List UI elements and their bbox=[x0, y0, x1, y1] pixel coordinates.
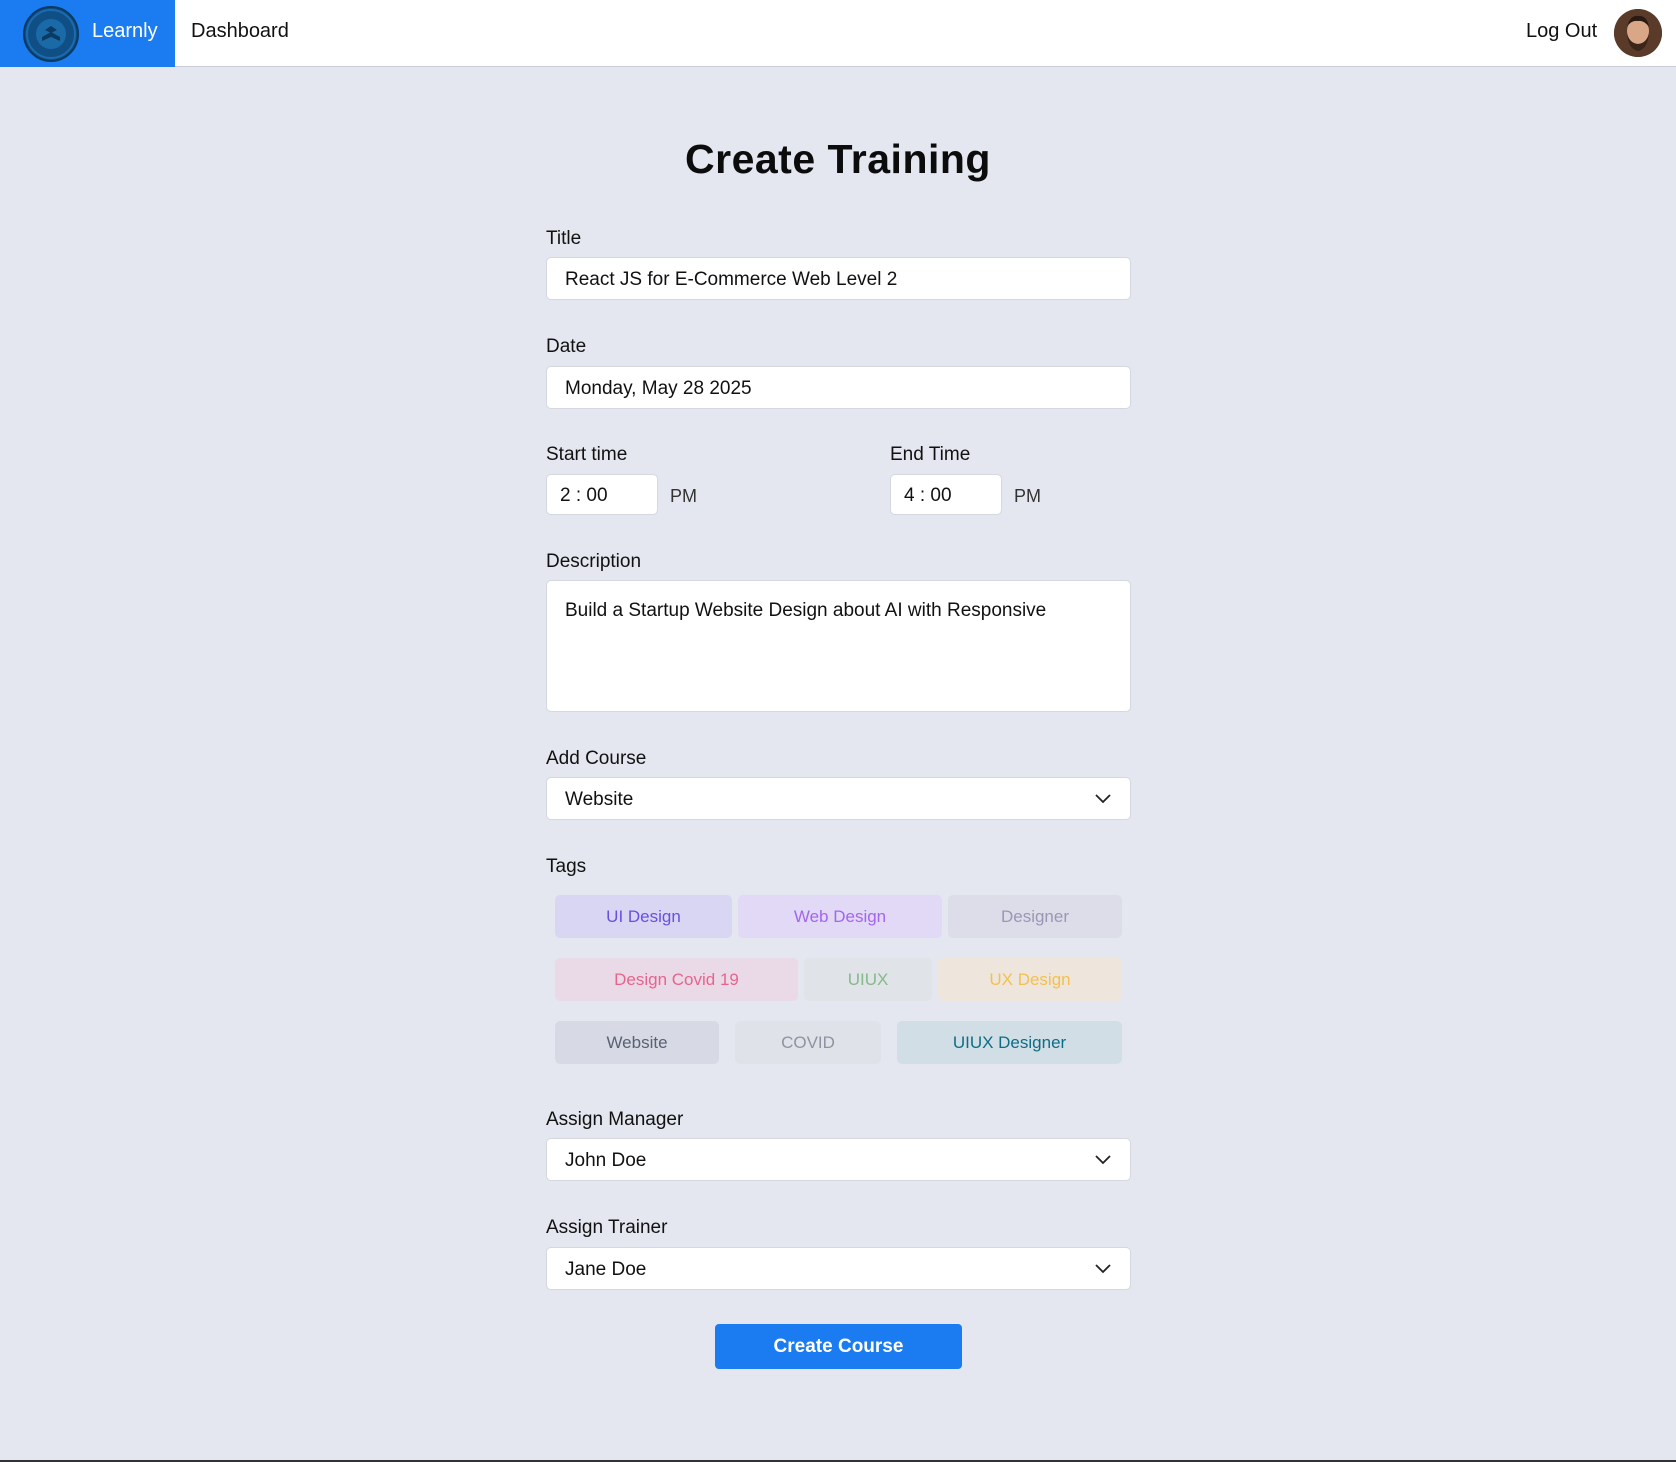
chevron-down-icon bbox=[1095, 1264, 1111, 1274]
tag-uiux[interactable]: UIUX bbox=[804, 958, 932, 1001]
start-time-ampm[interactable]: PM bbox=[670, 486, 697, 507]
description-label: Description bbox=[546, 551, 642, 572]
nav-dashboard-link[interactable]: Dashboard bbox=[191, 20, 289, 43]
tag-designer[interactable]: Designer bbox=[948, 895, 1122, 938]
avatar[interactable] bbox=[1614, 9, 1662, 57]
manager-select[interactable]: John Doe bbox=[546, 1138, 1131, 1181]
date-input[interactable]: Monday, May 28 2025 bbox=[546, 366, 1131, 409]
trainer-select[interactable]: Jane Doe bbox=[546, 1247, 1131, 1290]
top-navbar: Learnly Dashboard Log Out bbox=[0, 0, 1676, 67]
chevron-down-icon bbox=[1095, 794, 1111, 804]
tag-ui-design[interactable]: UI Design bbox=[555, 895, 732, 938]
brand-name: Learnly bbox=[92, 20, 158, 42]
add-course-label: Add Course bbox=[546, 748, 647, 769]
assign-trainer-label: Assign Trainer bbox=[546, 1217, 668, 1238]
trainer-select-value: Jane Doe bbox=[565, 1259, 647, 1280]
course-select-value: Website bbox=[565, 789, 634, 810]
tag-design-covid-19[interactable]: Design Covid 19 bbox=[555, 958, 798, 1001]
create-course-button[interactable]: Create Course bbox=[715, 1324, 962, 1369]
tag-website[interactable]: Website bbox=[555, 1021, 719, 1064]
tag-web-design[interactable]: Web Design bbox=[738, 895, 942, 938]
end-time-ampm[interactable]: PM bbox=[1014, 486, 1041, 507]
start-time-label: Start time bbox=[546, 444, 628, 465]
tag-uiux-designer[interactable]: UIUX Designer bbox=[897, 1021, 1122, 1064]
end-time-label: End Time bbox=[890, 444, 971, 465]
manager-select-value: John Doe bbox=[565, 1150, 647, 1171]
description-textarea[interactable]: Build a Startup Website Design about AI … bbox=[546, 580, 1131, 712]
date-label: Date bbox=[546, 336, 587, 357]
logout-link[interactable]: Log Out bbox=[1526, 20, 1597, 43]
title-label: Title bbox=[546, 228, 582, 249]
chevron-down-icon bbox=[1095, 1155, 1111, 1165]
start-time-input[interactable]: 2 : 00 bbox=[546, 474, 658, 515]
assign-manager-label: Assign Manager bbox=[546, 1109, 684, 1130]
title-input[interactable]: React JS for E-Commerce Web Level 2 bbox=[546, 257, 1131, 300]
page-title: Create Training bbox=[685, 136, 991, 182]
end-time-input[interactable]: 4 : 00 bbox=[890, 474, 1002, 515]
course-select[interactable]: Website bbox=[546, 777, 1131, 820]
brand-block[interactable]: Learnly bbox=[0, 0, 175, 67]
logo-icon bbox=[23, 6, 79, 62]
tag-ux-design[interactable]: UX Design bbox=[938, 958, 1122, 1001]
tag-covid[interactable]: COVID bbox=[735, 1021, 881, 1064]
tags-label: Tags bbox=[546, 856, 587, 877]
